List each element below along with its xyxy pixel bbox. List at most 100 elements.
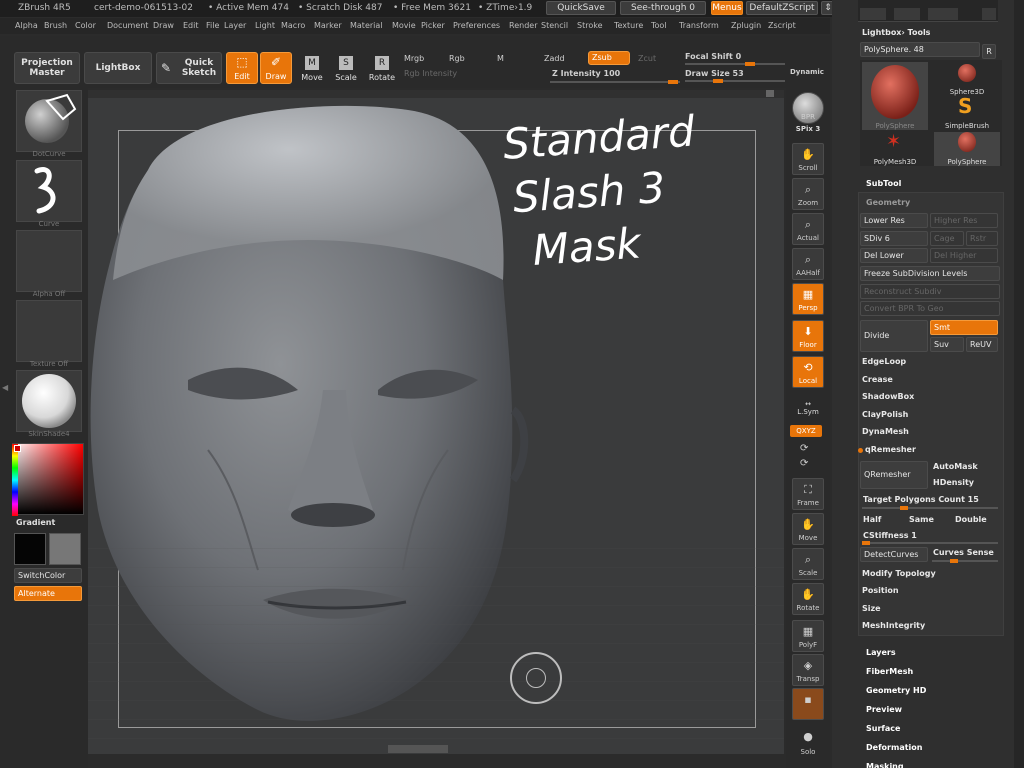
- del-higher-button[interactable]: Del Higher: [930, 248, 998, 263]
- document-canvas[interactable]: Standard Slash 3 Mask: [88, 90, 784, 754]
- menu-item[interactable]: Marker: [314, 21, 342, 30]
- menu-item[interactable]: Transform: [679, 21, 719, 30]
- menu-item[interactable]: Stroke: [577, 21, 603, 30]
- qremesher-section[interactable]: qRemesher: [865, 445, 1005, 461]
- m-toggle[interactable]: M: [497, 54, 504, 63]
- half-button[interactable]: Half: [863, 515, 881, 524]
- convert-bpr-button[interactable]: Convert BPR To Geo: [860, 301, 1000, 316]
- menu-item[interactable]: Document: [107, 21, 148, 30]
- zadd-toggle[interactable]: Zadd: [544, 54, 565, 63]
- draw-size-slider[interactable]: Draw Size 53: [685, 69, 744, 78]
- lightbox-button[interactable]: LightBox: [84, 52, 152, 84]
- menu-item[interactable]: Draw: [153, 21, 174, 30]
- menu-item[interactable]: Movie: [392, 21, 416, 30]
- automask-toggle[interactable]: AutoMask: [933, 462, 978, 471]
- export-tool-button[interactable]: [982, 8, 996, 20]
- transp-button[interactable]: ◈ Transp: [792, 654, 824, 686]
- dynamesh-section[interactable]: DynaMesh: [862, 427, 1002, 443]
- move-view-button[interactable]: ✋ Move: [792, 513, 824, 545]
- cstiffness-slider[interactable]: CStiffness 1: [863, 531, 917, 540]
- lsym-button[interactable]: ↔ L.Sym: [790, 400, 826, 416]
- menu-item[interactable]: Preferences: [453, 21, 500, 30]
- menu-item[interactable]: Layer: [224, 21, 246, 30]
- reconstruct-subdiv-button[interactable]: Reconstruct Subdiv: [860, 284, 1000, 299]
- rstr-button[interactable]: Rstr: [966, 231, 998, 246]
- scale-view-button[interactable]: ⌕ Scale: [792, 548, 824, 580]
- lower-res-button[interactable]: Lower Res: [860, 213, 928, 228]
- tool-thumb-sphere3d[interactable]: Sphere3D: [934, 62, 1000, 96]
- meshintegrity-section[interactable]: MeshIntegrity: [862, 621, 1002, 637]
- menu-item[interactable]: File: [206, 21, 219, 30]
- subtool-section[interactable]: SubTool: [866, 179, 901, 188]
- shadowbox-section[interactable]: ShadowBox: [862, 392, 1002, 408]
- secondary-color-swatch[interactable]: [49, 533, 81, 565]
- gradient-label[interactable]: Gradient: [16, 518, 55, 527]
- save-tool-button[interactable]: [894, 8, 920, 20]
- zsub-toggle[interactable]: Zsub: [588, 51, 630, 65]
- persp-button[interactable]: ▦ Persp: [792, 283, 824, 315]
- rgb-toggle[interactable]: Rgb: [449, 54, 465, 63]
- scale-button[interactable]: S Scale: [331, 52, 361, 84]
- suv-toggle[interactable]: Suv: [930, 337, 964, 352]
- fibermesh-section[interactable]: FiberMesh: [866, 667, 913, 676]
- frame-button[interactable]: ⛶ Frame: [792, 478, 824, 510]
- menu-item[interactable]: Zplugin: [731, 21, 761, 30]
- edgeloop-section[interactable]: EdgeLoop: [862, 357, 1002, 373]
- move-button[interactable]: M Move: [297, 52, 327, 84]
- palette-scrollbar[interactable]: [1014, 0, 1024, 768]
- texture-thumbnail[interactable]: [16, 300, 82, 362]
- lightbox-tools-link[interactable]: Lightbox› Tools: [862, 28, 930, 37]
- menu-item[interactable]: Texture: [614, 21, 643, 30]
- geometry-hd-section[interactable]: Geometry HD: [866, 686, 926, 695]
- zoom-button[interactable]: ⌕ Zoom: [792, 178, 824, 210]
- z-intensity-track[interactable]: [550, 80, 680, 84]
- tool-thumb-polymesh3d[interactable]: ✶ PolyMesh3D: [862, 132, 928, 167]
- focal-shift-slider[interactable]: Focal Shift 0: [685, 52, 741, 61]
- preview-section[interactable]: Preview: [866, 705, 902, 714]
- menu-item[interactable]: Macro: [281, 21, 305, 30]
- tool-thumb-polysphere[interactable]: PolySphere: [862, 62, 928, 130]
- target-polygons-track[interactable]: [862, 506, 998, 510]
- scroll-button[interactable]: ✋ Scroll: [792, 143, 824, 175]
- freeze-subdivision-button[interactable]: Freeze SubDivision Levels: [860, 266, 1000, 281]
- target-polygons-slider[interactable]: Target Polygons Count 15: [863, 495, 979, 504]
- see-through-slider[interactable]: See-through 0: [620, 1, 706, 15]
- cstiffness-track[interactable]: [862, 541, 998, 545]
- import-tool-button[interactable]: [928, 8, 958, 20]
- menu-item[interactable]: Picker: [421, 21, 445, 30]
- stroke-thumbnail[interactable]: [16, 90, 82, 152]
- divide-button[interactable]: Divide: [860, 320, 928, 352]
- del-lower-button[interactable]: Del Lower: [860, 248, 928, 263]
- menu-item[interactable]: Light: [255, 21, 275, 30]
- deformation-section[interactable]: Deformation: [866, 743, 922, 752]
- edit-button[interactable]: ⬚ Edit: [226, 52, 258, 84]
- rotate-view-button[interactable]: ✋ Rotate: [792, 583, 824, 615]
- switch-color-button[interactable]: SwitchColor: [14, 568, 82, 583]
- load-tool-button[interactable]: [860, 8, 886, 20]
- higher-res-button[interactable]: Higher Res: [930, 213, 998, 228]
- floor-button[interactable]: ⬇ Floor: [792, 320, 824, 352]
- masking-section[interactable]: Masking: [866, 762, 904, 768]
- alpha-thumbnail[interactable]: [16, 230, 82, 292]
- tool-thumb-simplebrush[interactable]: S SimpleBrush: [934, 96, 1000, 130]
- geometry-section[interactable]: Geometry: [866, 198, 910, 207]
- menu-item[interactable]: Brush: [44, 21, 67, 30]
- menu-item[interactable]: Tool: [651, 21, 667, 30]
- menu-item[interactable]: Render: [509, 21, 537, 30]
- hue-strip[interactable]: [12, 444, 18, 516]
- polysphere-slider[interactable]: PolySphere. 48: [860, 42, 980, 57]
- menu-item[interactable]: Stencil: [541, 21, 568, 30]
- xyz-button[interactable]: QXYZ: [790, 425, 822, 437]
- focal-shift-track[interactable]: [685, 62, 785, 66]
- r-button[interactable]: R: [982, 44, 996, 59]
- detect-curves-toggle[interactable]: DetectCurves: [860, 547, 928, 562]
- claypolish-section[interactable]: ClayPolish: [862, 410, 1002, 426]
- polyf-button[interactable]: ▦ PolyF: [792, 620, 824, 652]
- quick-sketch-button[interactable]: ✎ Quick Sketch: [156, 52, 222, 84]
- primary-color-swatch[interactable]: [14, 445, 21, 452]
- position-section[interactable]: Position: [862, 586, 1002, 602]
- local-button[interactable]: ⟲ Local: [792, 356, 824, 388]
- dynamic-toggle[interactable]: Dynamic: [790, 68, 824, 76]
- cage-button[interactable]: Cage: [930, 231, 964, 246]
- same-button[interactable]: Same: [909, 515, 934, 524]
